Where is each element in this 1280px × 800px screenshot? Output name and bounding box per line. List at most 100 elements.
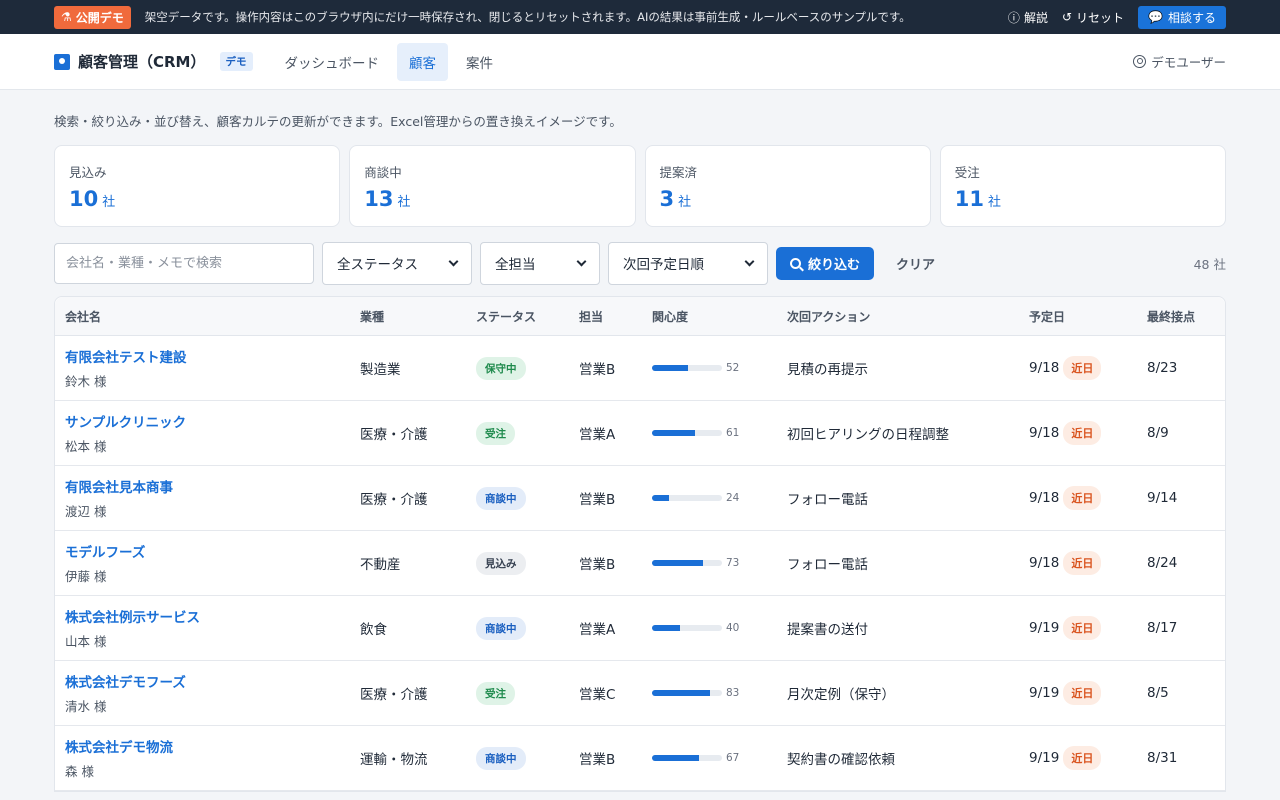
next-action: 月次定例（保守） [787,687,895,703]
last-contact: 9/14 [1147,490,1178,506]
owner: 営業C [579,687,616,703]
chevron-down-icon [576,256,587,266]
nav-dashboard[interactable]: ダッシュボード [273,43,392,81]
industry: 製造業 [360,362,401,378]
company-name[interactable]: モデルフーズ [65,541,350,561]
interest-value: 40 [726,622,740,634]
interest-meter: 83 [652,687,777,699]
due-soon-badge: 近日 [1063,681,1102,705]
owner: 営業B [579,752,616,768]
header-owner[interactable]: 担当 [569,308,642,325]
interest-value: 52 [726,362,740,374]
stat-unit: 社 [987,195,1001,210]
interest-value: 24 [726,492,740,504]
reset-link[interactable]: ↺ リセット [1062,9,1124,26]
filter-bar: 全ステータス 全担当 次回予定日順 絞り込む クリア 48 社 [54,241,1226,285]
header-next-action[interactable]: 次回アクション [777,308,1019,325]
due-date: 9/19 [1029,750,1060,766]
header-interest[interactable]: 関心度 [642,308,777,325]
search-icon [790,257,801,269]
interest-bar-fill [652,625,680,631]
stat-label: 見込み [69,165,107,180]
stat-value: 11 [954,187,984,211]
interest-bar-fill [652,755,699,761]
due-date: 9/19 [1029,620,1060,636]
header-last-contact[interactable]: 最終接点 [1137,308,1225,325]
owner: 営業B [579,362,616,378]
status-select[interactable]: 全ステータス [322,241,472,285]
next-action: フォロー電話 [787,492,868,508]
last-contact: 8/31 [1147,750,1178,766]
next-action: 契約書の確認依頼 [787,752,895,768]
last-contact: 8/9 [1147,425,1169,441]
stat-unit: 社 [102,195,116,210]
explain-label: 解説 [1023,10,1048,25]
explain-link[interactable]: ⓘ 解説 [1008,9,1048,26]
interest-meter: 73 [652,557,777,569]
next-action: 見積の再提示 [787,362,868,378]
industry: 医療・介護 [360,427,428,443]
nav-customers[interactable]: 顧客 [397,42,448,81]
reset-label: リセット [1076,10,1125,25]
contact-name: 山本 様 [65,634,107,649]
interest-value: 83 [726,687,740,699]
interest-value: 67 [726,752,740,764]
owner-select-value: 全担当 [495,257,536,273]
interest-meter: 61 [652,427,777,439]
table-row[interactable]: モデルフーズ 伊藤 様 不動産 見込み 営業B 73 フォロー電話 9/18 近日… [55,531,1225,596]
status-badge: 商談中 [476,746,526,770]
company-name[interactable]: 株式会社デモ物流 [65,736,350,756]
consult-button[interactable]: 💬 相談する [1138,5,1226,29]
clear-button[interactable]: クリア [896,254,935,273]
demo-pill: ⚗ 公開デモ [54,5,131,29]
owner: 営業B [579,492,616,508]
next-action: 提案書の送付 [787,622,868,638]
user-menu[interactable]: デモユーザー [1133,52,1226,71]
nav-deals[interactable]: 案件 [454,43,505,81]
stat-card-prospect: 見込み 10 社 [54,145,341,227]
company-name[interactable]: 有限会社見本商事 [65,476,350,496]
company-name[interactable]: 株式会社例示サービス [65,606,350,626]
interest-bar-fill [652,365,689,371]
table-row[interactable]: サンプルクリニック 松本 様 医療・介護 受注 営業A 61 初回ヒアリングの日… [55,401,1225,466]
chat-icon: 💬 [1148,10,1163,24]
stat-value: 3 [659,187,675,211]
company-name[interactable]: 株式会社デモフーズ [65,671,350,691]
owner: 営業A [579,622,616,638]
interest-meter: 40 [652,622,777,634]
status-select-value: 全ステータス [337,257,418,273]
due-date: 9/18 [1029,490,1060,506]
table-row[interactable]: 株式会社例示サービス 山本 様 飲食 商談中 営業A 40 提案書の送付 9/1… [55,596,1225,661]
company-name[interactable]: 有限会社テスト建設 [65,346,350,366]
filter-button[interactable]: 絞り込む [776,246,875,280]
due-date: 9/18 [1029,425,1060,441]
stat-label: 受注 [954,165,980,180]
table-row[interactable]: 株式会社デモ物流 森 様 運輸・物流 商談中 営業B 67 契約書の確認依頼 9… [55,726,1225,791]
industry: 運輸・物流 [360,752,428,768]
search-input[interactable] [54,242,314,284]
header-company[interactable]: 会社名 [55,308,350,325]
table-row[interactable]: 有限会社見本商事 渡辺 様 医療・介護 商談中 営業B 24 フォロー電話 9/… [55,466,1225,531]
contact-name: 森 様 [65,764,94,779]
info-icon: ⓘ [1007,10,1020,25]
contact-name: 伊藤 様 [65,569,107,584]
header-industry[interactable]: 業種 [350,308,466,325]
table-body: 有限会社テスト建設 鈴木 様 製造業 保守中 営業B 52 見積の再提示 9/1… [55,336,1225,791]
owner-select[interactable]: 全担当 [480,241,600,285]
company-name[interactable]: サンプルクリニック [65,411,350,431]
last-contact: 8/5 [1147,685,1169,701]
due-date: 9/18 [1029,360,1060,376]
interest-bar [652,430,722,436]
table-row[interactable]: 株式会社デモフーズ 清水 様 医療・介護 受注 営業C 83 月次定例（保守） … [55,661,1225,726]
stat-label: 商談中 [364,165,402,180]
header-due[interactable]: 予定日 [1019,308,1137,325]
contact-book-icon [54,53,70,70]
table-header: 会社名 業種 ステータス 担当 関心度 次回アクション 予定日 最終接点 [55,297,1225,336]
due-soon-badge: 近日 [1063,421,1102,445]
header-status[interactable]: ステータス [466,308,569,325]
table-row[interactable]: 有限会社テスト建設 鈴木 様 製造業 保守中 営業B 52 見積の再提示 9/1… [55,336,1225,401]
brand[interactable]: 顧客管理（CRM） デモ [54,51,253,72]
chevron-down-icon [744,256,755,266]
customer-table: 会社名 業種 ステータス 担当 関心度 次回アクション 予定日 最終接点 有限会… [54,296,1226,792]
sort-select[interactable]: 次回予定日順 [608,241,768,285]
